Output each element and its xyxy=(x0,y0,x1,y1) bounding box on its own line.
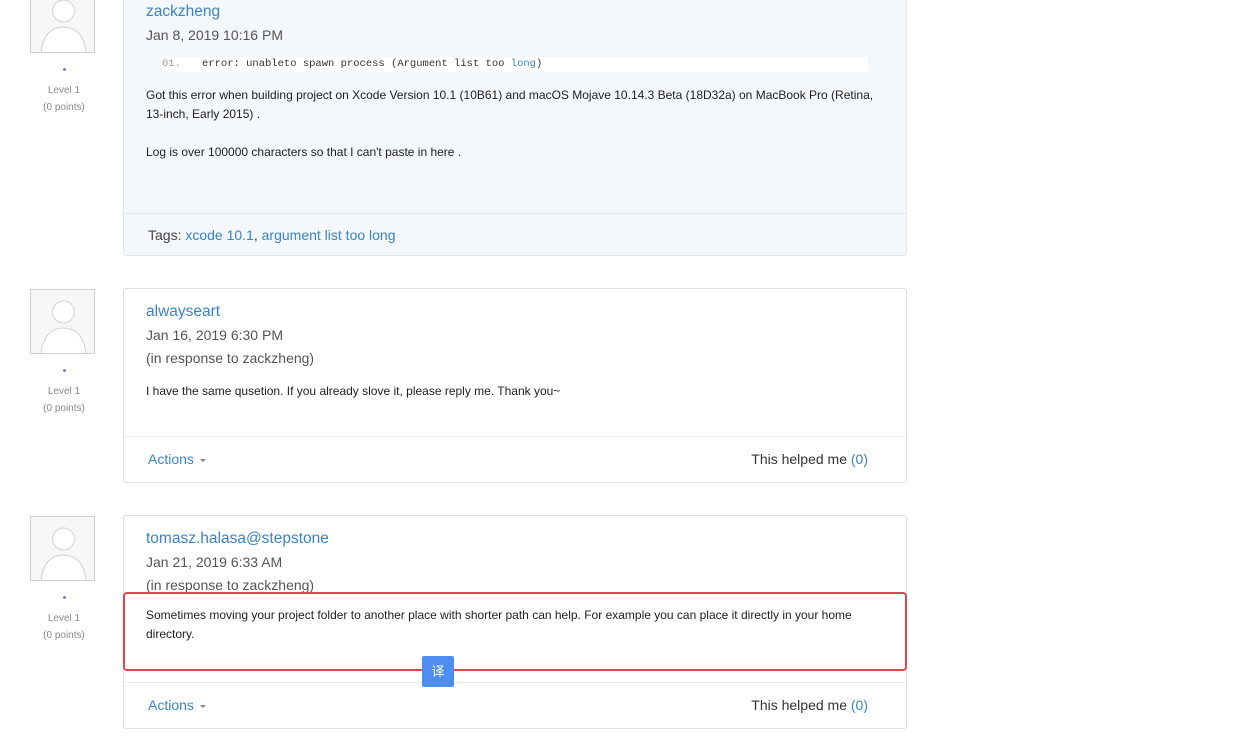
actions-dropdown[interactable]: Actions xyxy=(148,683,206,727)
translate-button[interactable]: 译 xyxy=(422,656,454,687)
post-body: I have the same qusetion. If you already… xyxy=(124,382,906,401)
helped-count-link[interactable]: (0) xyxy=(851,451,868,467)
user-points: (0 points) xyxy=(43,102,85,113)
user-points: (0 points) xyxy=(43,630,85,641)
avatar[interactable] xyxy=(30,0,95,53)
user-points: (0 points) xyxy=(43,403,85,414)
post-date: Jan 8, 2019 10:16 PM xyxy=(146,27,283,43)
level-indicator xyxy=(62,369,66,372)
post-body: Sometimes moving your project folder to … xyxy=(124,606,906,644)
post-date: Jan 21, 2019 6:33 AM xyxy=(146,554,283,570)
code-keyword: long xyxy=(510,58,536,70)
post-date: Jan 16, 2019 6:30 PM xyxy=(146,327,283,343)
helped-me-counter: This helped me (0) xyxy=(751,683,868,727)
actions-label: Actions xyxy=(148,451,194,467)
level-indicator xyxy=(62,68,66,71)
caret-down-icon xyxy=(199,458,206,462)
tag-separator: , xyxy=(253,227,258,243)
author-link[interactable]: alwayseart xyxy=(146,302,884,322)
post-card: alwayseart Jan 16, 2019 6:30 PM (in resp… xyxy=(123,288,907,483)
post-action-bar: Actions This helped me (0) xyxy=(124,436,906,482)
tags-label: Tags: xyxy=(148,227,182,243)
post-paragraph: I have the same qusetion. If you already… xyxy=(146,384,561,398)
code-line-number: 01. xyxy=(162,58,181,70)
helped-count-link[interactable]: (0) xyxy=(851,697,868,713)
user-level: Level 1 xyxy=(47,386,81,397)
code-block: 01. error: unableto spawn process (Argume… xyxy=(162,57,868,72)
post-paragraph: Sometimes moving your project folder to … xyxy=(146,608,852,641)
author-block: Level 1 (0 points) xyxy=(30,516,98,644)
helped-label: This helped me xyxy=(751,697,847,713)
helped-me-counter: This helped me (0) xyxy=(751,437,868,481)
actions-dropdown[interactable]: Actions xyxy=(148,437,206,481)
default-avatar-icon xyxy=(40,0,87,52)
discussion-thread: Level 1 (0 points) zackzheng Jan 8, 2019… xyxy=(0,0,1240,744)
post-paragraph: Log is over 100000 characters so that I … xyxy=(146,145,462,159)
default-avatar-icon xyxy=(40,527,87,580)
avatar[interactable] xyxy=(30,289,95,354)
default-avatar-icon xyxy=(40,300,87,353)
user-level: Level 1 xyxy=(47,85,81,96)
author-link[interactable]: tomasz.halasa@stepstone xyxy=(146,529,884,549)
in-response-to: (in response to zackzheng) xyxy=(146,577,315,593)
helped-label: This helped me xyxy=(751,451,847,467)
author-link[interactable]: zackzheng xyxy=(146,2,884,22)
code-line-tail: ) xyxy=(535,58,543,70)
avatar[interactable] xyxy=(30,516,95,581)
in-response-to: (in response to zackzheng) xyxy=(146,350,315,366)
post-paragraph: Got this error when building project on … xyxy=(146,88,874,121)
caret-down-icon xyxy=(199,704,206,708)
tags-bar: Tags: xcode 10.1, argument list too long xyxy=(124,213,906,255)
tag-link-argument-list[interactable]: argument list too long xyxy=(262,227,396,243)
author-block: Level 1 (0 points) xyxy=(30,0,98,116)
tag-link-xcode[interactable]: xcode 10.1 xyxy=(185,227,254,243)
post-action-bar: Actions This helped me (0) xyxy=(124,682,906,728)
code-line-text: error: unableto spawn process (Argument … xyxy=(202,58,511,70)
user-level: Level 1 xyxy=(47,613,81,624)
post-card: zackzheng Jan 8, 2019 10:16 PM 01. error:… xyxy=(123,0,907,256)
author-block: Level 1 (0 points) xyxy=(30,289,98,417)
actions-label: Actions xyxy=(148,697,194,713)
level-indicator xyxy=(62,596,66,599)
post-card: tomasz.halasa@stepstone Jan 21, 2019 6:3… xyxy=(123,515,907,729)
post-body: Got this error when building project on … xyxy=(124,86,906,162)
